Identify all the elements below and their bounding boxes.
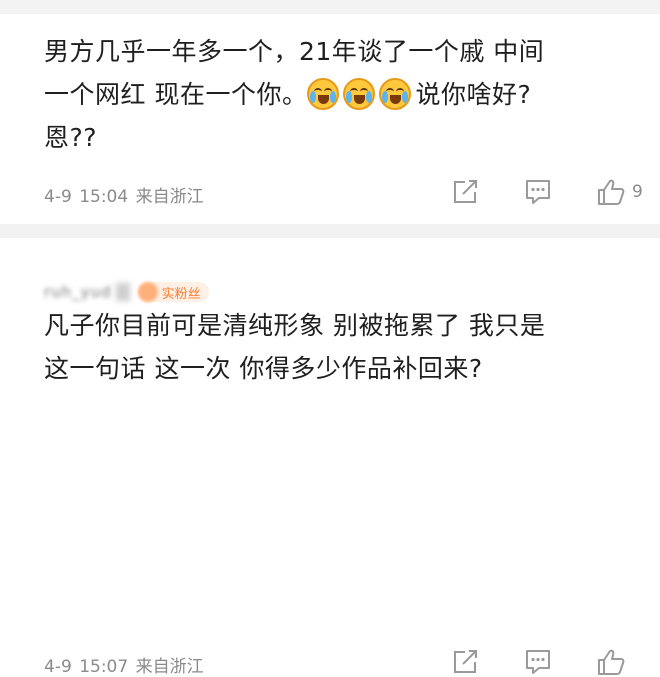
comment-button[interactable] — [524, 178, 552, 206]
laugh-cry-emoji — [379, 78, 412, 110]
comment-location: 来自浙江 — [135, 187, 204, 207]
comment-actions — [452, 648, 626, 676]
comment-author-row: ruh_yud 实粉丝 — [44, 278, 209, 306]
laugh-cry-emoji — [307, 78, 340, 110]
thumbs-up-icon — [598, 179, 625, 205]
laugh-cry-emoji — [343, 78, 376, 110]
comment-date: 4-9 — [44, 187, 72, 207]
comment-line: 恩?? — [44, 116, 644, 159]
comment-icon — [526, 180, 550, 204]
comment-location: 来自浙江 — [135, 657, 204, 677]
comment-line: 凡子你目前可是清纯形象 别被拖累了 我只是 — [44, 311, 546, 340]
like-count: 9 — [632, 182, 643, 202]
comment-icon — [526, 650, 550, 674]
top-separator — [0, 0, 660, 14]
comment-time: 15:07 — [79, 657, 129, 677]
username[interactable]: ruh_yud — [44, 283, 112, 301]
comment-line: 一个网红 现在一个你。 说你啥好? — [44, 73, 644, 116]
comment-time: 15:04 — [79, 187, 129, 207]
comment-date: 4-9 — [44, 657, 72, 677]
comment-actions: 9 — [452, 178, 643, 206]
comment-line: 男方几乎一年多一个，21年谈了一个戚 中间 — [44, 30, 644, 73]
comment-meta: 4-9 15:07 来自浙江 — [44, 652, 204, 677]
like-button[interactable]: 9 — [596, 178, 643, 206]
thumbs-up-icon — [598, 649, 625, 675]
comment-text-segment: 男方几乎一年多一个，21年谈了一个戚 中间 — [44, 37, 545, 66]
share-button[interactable] — [452, 649, 480, 675]
comment-text: 凡子你目前可是清纯形象 别被拖累了 我只是 这一句话 这一次 你得多少作品补回来… — [44, 304, 644, 390]
comment-text: 男方几乎一年多一个，21年谈了一个戚 中间 一个网红 现在一个你。 说你啥好? 恩… — [44, 30, 644, 159]
comment-text-segment: 恩?? — [44, 123, 98, 152]
fan-badge-label: 实粉丝 — [161, 286, 201, 302]
comment-meta: 4-9 15:04 来自浙江 — [44, 182, 204, 207]
share-button[interactable] — [452, 179, 480, 205]
comment-line: 这一句话 这一次 你得多少作品补回来? — [44, 354, 483, 383]
user-badge-icon — [115, 283, 130, 301]
share-icon — [454, 650, 477, 673]
share-icon — [454, 180, 477, 203]
fan-level-icon — [137, 282, 158, 302]
fan-badge[interactable]: 实粉丝 — [137, 282, 209, 302]
comment-text-segment: 说你啥好? — [415, 80, 532, 109]
comment-divider — [0, 224, 660, 238]
comment-button[interactable] — [524, 648, 552, 676]
like-button[interactable] — [596, 648, 626, 676]
comment-text-segment: 一个网红 现在一个你。 — [44, 80, 308, 109]
